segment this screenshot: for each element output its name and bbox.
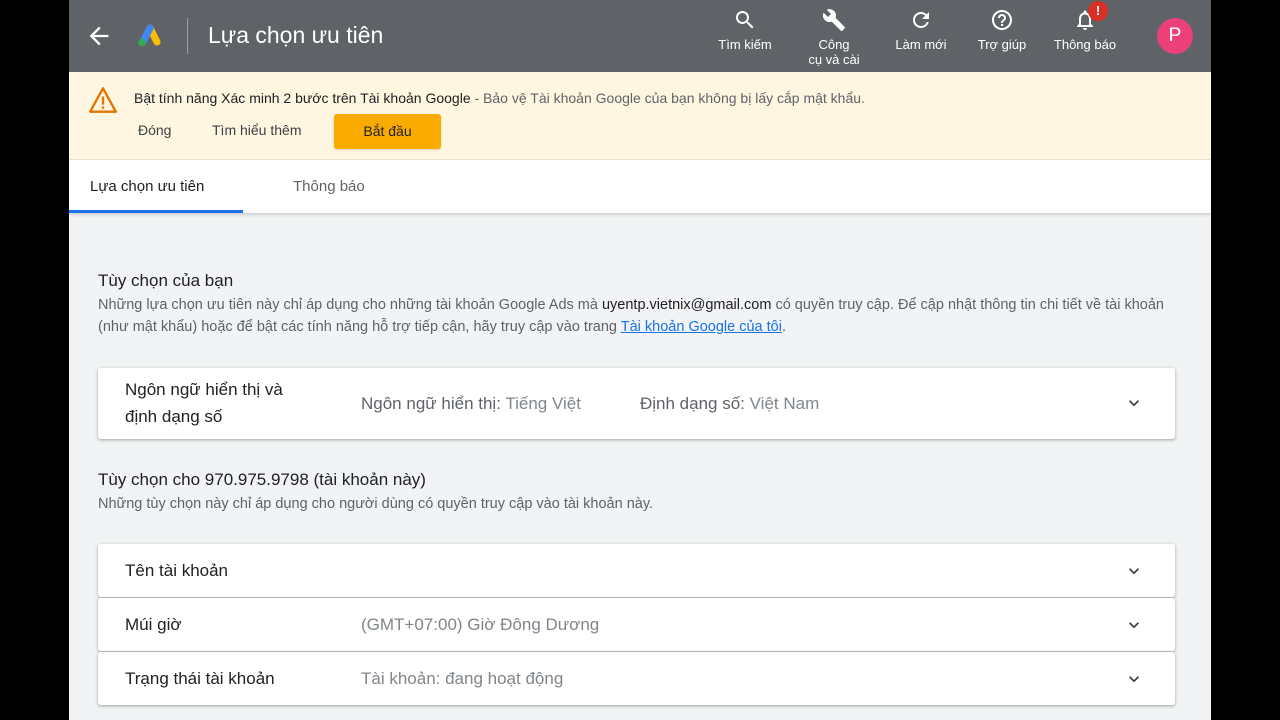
help-tool-button[interactable]: Trợ giúp bbox=[962, 6, 1042, 52]
title-divider bbox=[187, 18, 188, 54]
help-tool-label: Trợ giúp bbox=[977, 37, 1027, 52]
refresh-tool-label: Làm mới bbox=[895, 37, 947, 52]
language-format-label-line2: định dạng số bbox=[125, 407, 223, 426]
time-zone-value: (GMT+07:00) Giờ Đông Dương bbox=[361, 615, 600, 634]
account-status-value: Tài khoản: đang hoạt động bbox=[361, 669, 564, 688]
active-tab-indicator bbox=[69, 210, 243, 213]
your-options-title: Tùy chọn của bạn bbox=[98, 271, 234, 290]
your-options-description: Những lựa chọn ưu tiên này chỉ áp dụng c… bbox=[98, 294, 1178, 338]
wrench-icon bbox=[822, 9, 845, 31]
banner-learn-more-button[interactable]: Tìm hiểu thêm bbox=[212, 122, 301, 138]
chevron-down-icon[interactable] bbox=[1124, 561, 1144, 581]
refresh-icon bbox=[913, 11, 929, 28]
time-zone-card[interactable]: Múi giờ (GMT+07:00) Giờ Đông Dương bbox=[98, 598, 1175, 651]
tools-settings-label: Công cụ và cài bbox=[808, 37, 860, 67]
chevron-down-icon[interactable] bbox=[1124, 669, 1144, 689]
account-name-label: Tên tài khoản bbox=[125, 561, 229, 580]
tab-notifications[interactable]: Thông báo bbox=[293, 178, 365, 195]
chevron-down-icon[interactable] bbox=[1124, 615, 1144, 635]
app-window: Lựa chọn ưu tiên Tìm kiếm Công cụ và cài… bbox=[69, 0, 1211, 720]
warning-icon bbox=[89, 87, 118, 113]
notifications-tool-button[interactable]: Thông báo bbox=[1045, 6, 1125, 52]
chevron-down-icon[interactable] bbox=[1124, 393, 1144, 413]
number-format-val: Việt Nam bbox=[744, 394, 820, 413]
avatar[interactable]: P bbox=[1157, 18, 1193, 54]
google-ads-logo-icon bbox=[135, 24, 163, 48]
search-icon bbox=[736, 11, 754, 29]
tab-bar: Lựa chọn ưu tiên Thông báo bbox=[69, 160, 1211, 213]
language-format-label-line1: Ngôn ngữ hiển thị và bbox=[125, 380, 283, 399]
help-icon bbox=[992, 10, 1012, 30]
banner-message: Bật tính năng Xác minh 2 bước trên Tài k… bbox=[134, 90, 865, 106]
number-format-value: Định dạng số: Việt Nam bbox=[640, 394, 819, 414]
search-tool-button[interactable]: Tìm kiếm bbox=[705, 6, 785, 52]
language-format-label: Ngôn ngữ hiển thị và định dạng số bbox=[125, 376, 283, 430]
display-language-value: Ngôn ngữ hiển thị: Tiếng Việt bbox=[361, 394, 581, 414]
two-step-verification-banner: Bật tính năng Xác minh 2 bước trên Tài k… bbox=[69, 72, 1211, 160]
tab-preferences[interactable]: Lựa chọn ưu tiên bbox=[90, 178, 204, 195]
page-title: Lựa chọn ưu tiên bbox=[208, 22, 384, 48]
notification-badge: ! bbox=[1088, 1, 1108, 21]
refresh-tool-button[interactable]: Làm mới bbox=[881, 6, 961, 52]
account-options-title: Tùy chọn cho 970.975.9798 (tài khoản này… bbox=[98, 470, 426, 489]
desc-period: . bbox=[781, 319, 786, 335]
account-status-card[interactable]: Trạng thái tài khoản Tài khoản: đang hoạ… bbox=[98, 652, 1175, 705]
banner-detail: - Bảo vệ Tài khoản Google của bạn không … bbox=[470, 90, 865, 106]
number-format-key: Định dạng số: bbox=[640, 394, 745, 413]
banner-start-button[interactable]: Bắt đầu bbox=[334, 114, 441, 149]
search-tool-label: Tìm kiếm bbox=[718, 37, 772, 52]
tools-settings-button[interactable]: Công cụ và cài bbox=[794, 6, 874, 67]
display-language-key: Ngôn ngữ hiển thị: bbox=[361, 394, 501, 413]
account-name-card[interactable]: Tên tài khoản bbox=[98, 544, 1175, 597]
desc-part-1: Những lựa chọn ưu tiên này chỉ áp dụng c… bbox=[98, 297, 602, 313]
my-google-account-link[interactable]: Tài khoản Google của tôi bbox=[621, 319, 782, 335]
notifications-tool-label: Thông báo bbox=[1053, 37, 1117, 52]
banner-close-button[interactable]: Đóng bbox=[138, 122, 171, 138]
display-language-val: Tiếng Việt bbox=[500, 394, 581, 413]
account-email: uyentp.vietnix@gmail.com bbox=[601, 297, 772, 313]
back-arrow-icon[interactable] bbox=[85, 22, 113, 50]
time-zone-label: Múi giờ bbox=[125, 615, 182, 634]
top-bar: Lựa chọn ưu tiên Tìm kiếm Công cụ và cài… bbox=[69, 0, 1211, 72]
banner-headline: Bật tính năng Xác minh 2 bước trên Tài k… bbox=[134, 90, 471, 106]
account-status-label: Trạng thái tài khoản bbox=[125, 669, 275, 688]
language-format-card[interactable]: Ngôn ngữ hiển thị và định dạng số Ngôn n… bbox=[98, 368, 1175, 439]
account-options-description: Những tùy chọn này chỉ áp dụng cho người… bbox=[98, 496, 654, 512]
